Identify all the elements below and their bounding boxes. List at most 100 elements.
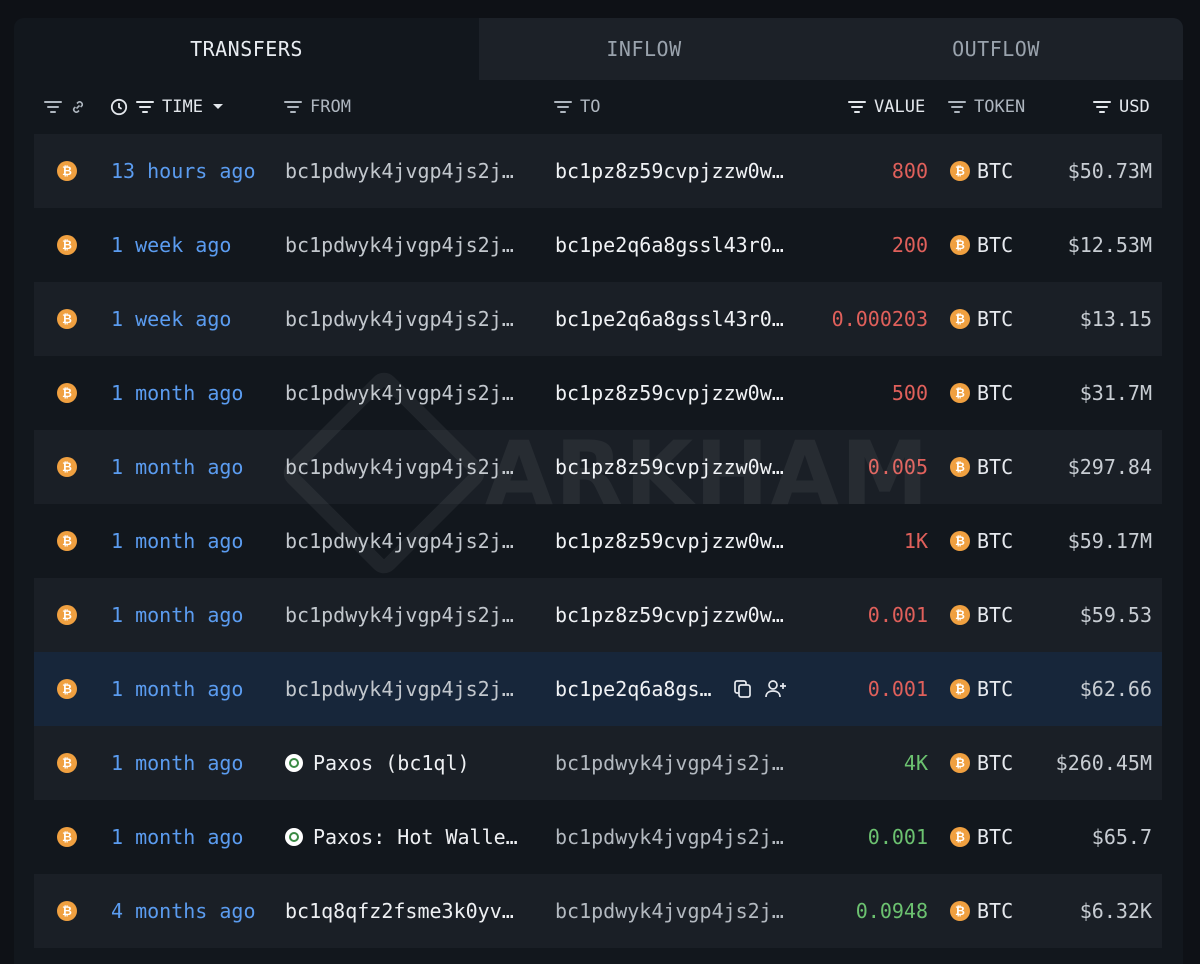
token-column-header[interactable]: TOKEN — [948, 80, 1025, 134]
table-row[interactable]: ₿ 13 hours ago bc1pdwyk4jvgp4js2j… bc1pz… — [34, 134, 1162, 208]
from-address-cell[interactable]: bc1pdwyk4jvgp4js2j… — [285, 652, 535, 726]
bitcoin-icon: ₿ — [950, 383, 970, 403]
chain-filter[interactable] — [44, 80, 86, 134]
to-address-cell[interactable]: bc1pz8z59cvpjzzw0w… — [555, 578, 805, 652]
bitcoin-icon: ₿ — [950, 161, 970, 181]
chevron-down-icon[interactable] — [211, 102, 225, 112]
time-cell[interactable]: 1 month ago — [111, 430, 243, 504]
time-cell[interactable]: 1 month ago — [111, 356, 243, 430]
token-cell[interactable]: ₿ BTC — [950, 356, 1013, 430]
filter-icon[interactable] — [1093, 100, 1111, 114]
from-address-cell[interactable]: bc1pdwyk4jvgp4js2j… — [285, 282, 535, 356]
token-cell[interactable]: ₿ BTC — [950, 726, 1013, 800]
table-row[interactable]: ₿ 1 month ago bc1pdwyk4jvgp4js2j… bc1pz8… — [34, 356, 1162, 430]
from-address-cell[interactable]: bc1pdwyk4jvgp4js2j… — [285, 356, 535, 430]
time-cell[interactable]: 13 hours ago — [111, 134, 256, 208]
table-row[interactable]: ₿ 4 months ago bc1q8qfz2fsme3k0yv… bc1pd… — [34, 874, 1162, 948]
usd-cell: $260.45M — [1055, 751, 1152, 775]
from-column-header[interactable]: FROM — [284, 80, 351, 134]
token-cell[interactable]: ₿ BTC — [950, 800, 1013, 874]
time-cell[interactable]: 1 month ago — [111, 800, 243, 874]
usd-cell: $59.17M — [1067, 529, 1152, 553]
token-cell[interactable]: ₿ BTC — [950, 504, 1013, 578]
to-address-cell[interactable]: bc1pz8z59cvpjzzw0w… — [555, 356, 805, 430]
to-address-cell[interactable]: bc1pe2q6a8gssl43r0… — [555, 208, 805, 282]
usd-column-header[interactable]: USD — [1093, 80, 1150, 134]
token-cell[interactable]: ₿ BTC — [950, 874, 1013, 948]
from-address-cell[interactable]: bc1pdwyk4jvgp4js2j… — [285, 430, 535, 504]
time-cell[interactable]: 1 month ago — [111, 504, 243, 578]
filter-icon[interactable] — [848, 100, 866, 114]
value-cell: 4K — [903, 751, 928, 775]
table-row[interactable]: ₿ 1 week ago bc1pdwyk4jvgp4js2j… bc1pe2q… — [34, 208, 1162, 282]
add-user-icon[interactable] — [764, 678, 788, 700]
to-column-header[interactable]: TO — [554, 80, 600, 134]
bitcoin-icon: ₿ — [57, 383, 77, 403]
to-address-text: bc1pe2q6a8gs… — [555, 677, 712, 701]
tab-inflow[interactable]: INFLOW — [479, 18, 809, 80]
to-address-cell[interactable]: bc1pdwyk4jvgp4js2j… — [555, 726, 805, 800]
token-symbol: BTC — [977, 233, 1014, 257]
value-header-label: VALUE — [874, 97, 926, 117]
from-address-cell[interactable]: bc1pdwyk4jvgp4js2j… — [285, 504, 535, 578]
token-cell[interactable]: ₿ BTC — [950, 578, 1013, 652]
entity-name: Paxos: Hot Walle… — [313, 825, 518, 849]
from-address-cell[interactable]: bc1pdwyk4jvgp4js2j… — [285, 578, 535, 652]
value-cell: 0.0948 — [855, 899, 928, 923]
from-address-cell[interactable]: Paxos (bc1ql) — [285, 726, 535, 800]
bitcoin-icon: ₿ — [950, 605, 970, 625]
table-row[interactable]: ₿ 1 month ago bc1pdwyk4jvgp4js2j… bc1pz8… — [34, 430, 1162, 504]
clock-icon[interactable] — [110, 98, 128, 116]
time-column-header[interactable]: TIME — [110, 80, 225, 134]
from-address-cell[interactable]: Paxos: Hot Walle… — [285, 800, 535, 874]
time-cell[interactable]: 4 months ago — [111, 874, 256, 948]
table-row[interactable]: ₿ 1 month ago Paxos: Hot Walle… bc1pdwyk… — [34, 800, 1162, 874]
copy-icon[interactable] — [732, 678, 754, 700]
value-cell: 0.001 — [867, 677, 928, 701]
filter-icon[interactable] — [136, 100, 154, 114]
token-cell[interactable]: ₿ BTC — [950, 652, 1013, 726]
filter-icon[interactable] — [44, 100, 62, 114]
tab-outflow[interactable]: OUTFLOW — [809, 18, 1183, 80]
token-header-label: TOKEN — [974, 97, 1026, 117]
row-actions — [732, 678, 788, 700]
token-cell[interactable]: ₿ BTC — [950, 134, 1013, 208]
bitcoin-icon: ₿ — [57, 753, 77, 773]
time-cell[interactable]: 1 month ago — [111, 726, 243, 800]
token-cell[interactable]: ₿ BTC — [950, 282, 1013, 356]
to-address-cell[interactable]: bc1pz8z59cvpjzzw0w… — [555, 504, 805, 578]
token-symbol: BTC — [977, 159, 1014, 183]
bitcoin-icon: ₿ — [950, 309, 970, 329]
value-column-header[interactable]: VALUE — [848, 80, 925, 134]
bitcoin-icon: ₿ — [57, 901, 77, 921]
filter-icon[interactable] — [948, 100, 966, 114]
table-row[interactable]: ₿ 1 month ago bc1pdwyk4jvgp4js2j… bc1pe2… — [34, 652, 1162, 726]
time-cell[interactable]: 1 week ago — [111, 282, 231, 356]
to-address-cell[interactable]: bc1pe2q6a8gssl43r0… — [555, 282, 805, 356]
bitcoin-icon: ₿ — [950, 679, 970, 699]
from-address-cell[interactable]: bc1q8qfz2fsme3k0yv… — [285, 874, 535, 948]
to-address-cell[interactable]: bc1pe2q6a8gs… — [555, 652, 805, 726]
table-row[interactable]: ₿ 1 month ago bc1pdwyk4jvgp4js2j… bc1pz8… — [34, 578, 1162, 652]
filter-icon[interactable] — [554, 100, 572, 114]
to-address-cell[interactable]: bc1pz8z59cvpjzzw0w… — [555, 430, 805, 504]
tab-transfers[interactable]: TRANSFERS — [14, 18, 479, 80]
time-cell[interactable]: 1 month ago — [111, 578, 243, 652]
filter-icon[interactable] — [284, 100, 302, 114]
time-cell[interactable]: 1 week ago — [111, 208, 231, 282]
to-address-cell[interactable]: bc1pdwyk4jvgp4js2j… — [555, 874, 805, 948]
table-row[interactable]: ₿ 1 month ago Paxos (bc1ql) bc1pdwyk4jvg… — [34, 726, 1162, 800]
table-row[interactable]: ₿ 1 week ago bc1pdwyk4jvgp4js2j… bc1pe2q… — [34, 282, 1162, 356]
from-address-cell[interactable]: bc1pdwyk4jvgp4js2j… — [285, 208, 535, 282]
time-cell[interactable]: 1 month ago — [111, 652, 243, 726]
to-address-cell[interactable]: bc1pdwyk4jvgp4js2j… — [555, 800, 805, 874]
to-header-label: TO — [580, 97, 601, 117]
value-cell: 800 — [891, 159, 928, 183]
table-row[interactable]: ₿ 1 month ago bc1pdwyk4jvgp4js2j… bc1pz8… — [34, 504, 1162, 578]
token-cell[interactable]: ₿ BTC — [950, 430, 1013, 504]
bitcoin-icon: ₿ — [950, 457, 970, 477]
link-icon[interactable] — [70, 99, 86, 115]
from-address-cell[interactable]: bc1pdwyk4jvgp4js2j… — [285, 134, 535, 208]
to-address-cell[interactable]: bc1pz8z59cvpjzzw0w… — [555, 134, 805, 208]
token-cell[interactable]: ₿ BTC — [950, 208, 1013, 282]
